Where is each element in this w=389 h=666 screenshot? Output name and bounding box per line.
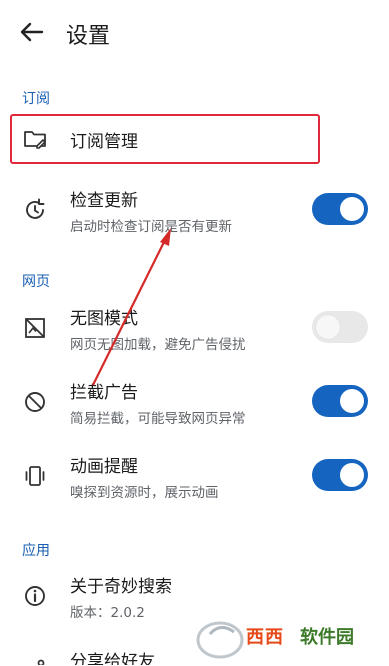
ad-block-item[interactable]: 拦截广告 简易拦截，可能导致网页异常 (0, 372, 389, 432)
about-label: 关于奇妙搜索 (70, 577, 172, 597)
toggle-knob (316, 315, 340, 339)
back-arrow-icon[interactable] (18, 20, 46, 44)
share-icon (22, 657, 48, 665)
watermark-text-a: 西西 (246, 627, 284, 648)
highlight-box (10, 114, 320, 164)
site-watermark-logo (190, 612, 385, 662)
image-off-icon (22, 315, 48, 341)
no-image-mode-desc: 网页无图加载，避免广告侵扰 (70, 337, 246, 353)
check-update-label: 检查更新 (70, 191, 138, 211)
toggle-knob (340, 389, 364, 413)
animation-hint-desc: 嗅探到资源时，展示动画 (70, 485, 219, 501)
section-header-app: 应用 (22, 543, 50, 559)
ad-block-toggle[interactable] (312, 385, 368, 417)
page-title: 设置 (66, 24, 111, 49)
update-clock-icon (22, 197, 48, 223)
share-label: 分享给好友 (70, 652, 155, 665)
section-header-web: 网页 (22, 274, 50, 290)
toggle-knob (340, 197, 364, 221)
animation-hint-label: 动画提醒 (70, 457, 138, 477)
ad-block-label: 拦截广告 (70, 383, 138, 403)
app-bar: 设置 (0, 0, 389, 64)
check-update-item[interactable]: 检查更新 启动时检查订阅是否有更新 (0, 180, 389, 240)
toggle-knob (340, 463, 364, 487)
no-image-mode-toggle[interactable] (312, 311, 368, 343)
check-update-desc: 启动时检查订阅是否有更新 (70, 219, 232, 235)
no-image-mode-item[interactable]: 无图模式 网页无图加载，避免广告侵扰 (0, 298, 389, 358)
check-update-toggle[interactable] (312, 193, 368, 225)
ad-block-desc: 简易拦截，可能导致网页异常 (70, 411, 246, 427)
vibration-icon (22, 463, 48, 489)
no-image-mode-label: 无图模式 (70, 309, 138, 329)
animation-hint-toggle[interactable] (312, 459, 368, 491)
animation-hint-item[interactable]: 动画提醒 嗅探到资源时，展示动画 (0, 446, 389, 506)
info-icon (22, 583, 48, 609)
watermark-text-b: 软件园 (300, 627, 354, 648)
about-version: 版本：2.0.2 (70, 605, 145, 621)
block-icon (22, 389, 48, 415)
section-header-subscribe: 订阅 (22, 91, 50, 107)
